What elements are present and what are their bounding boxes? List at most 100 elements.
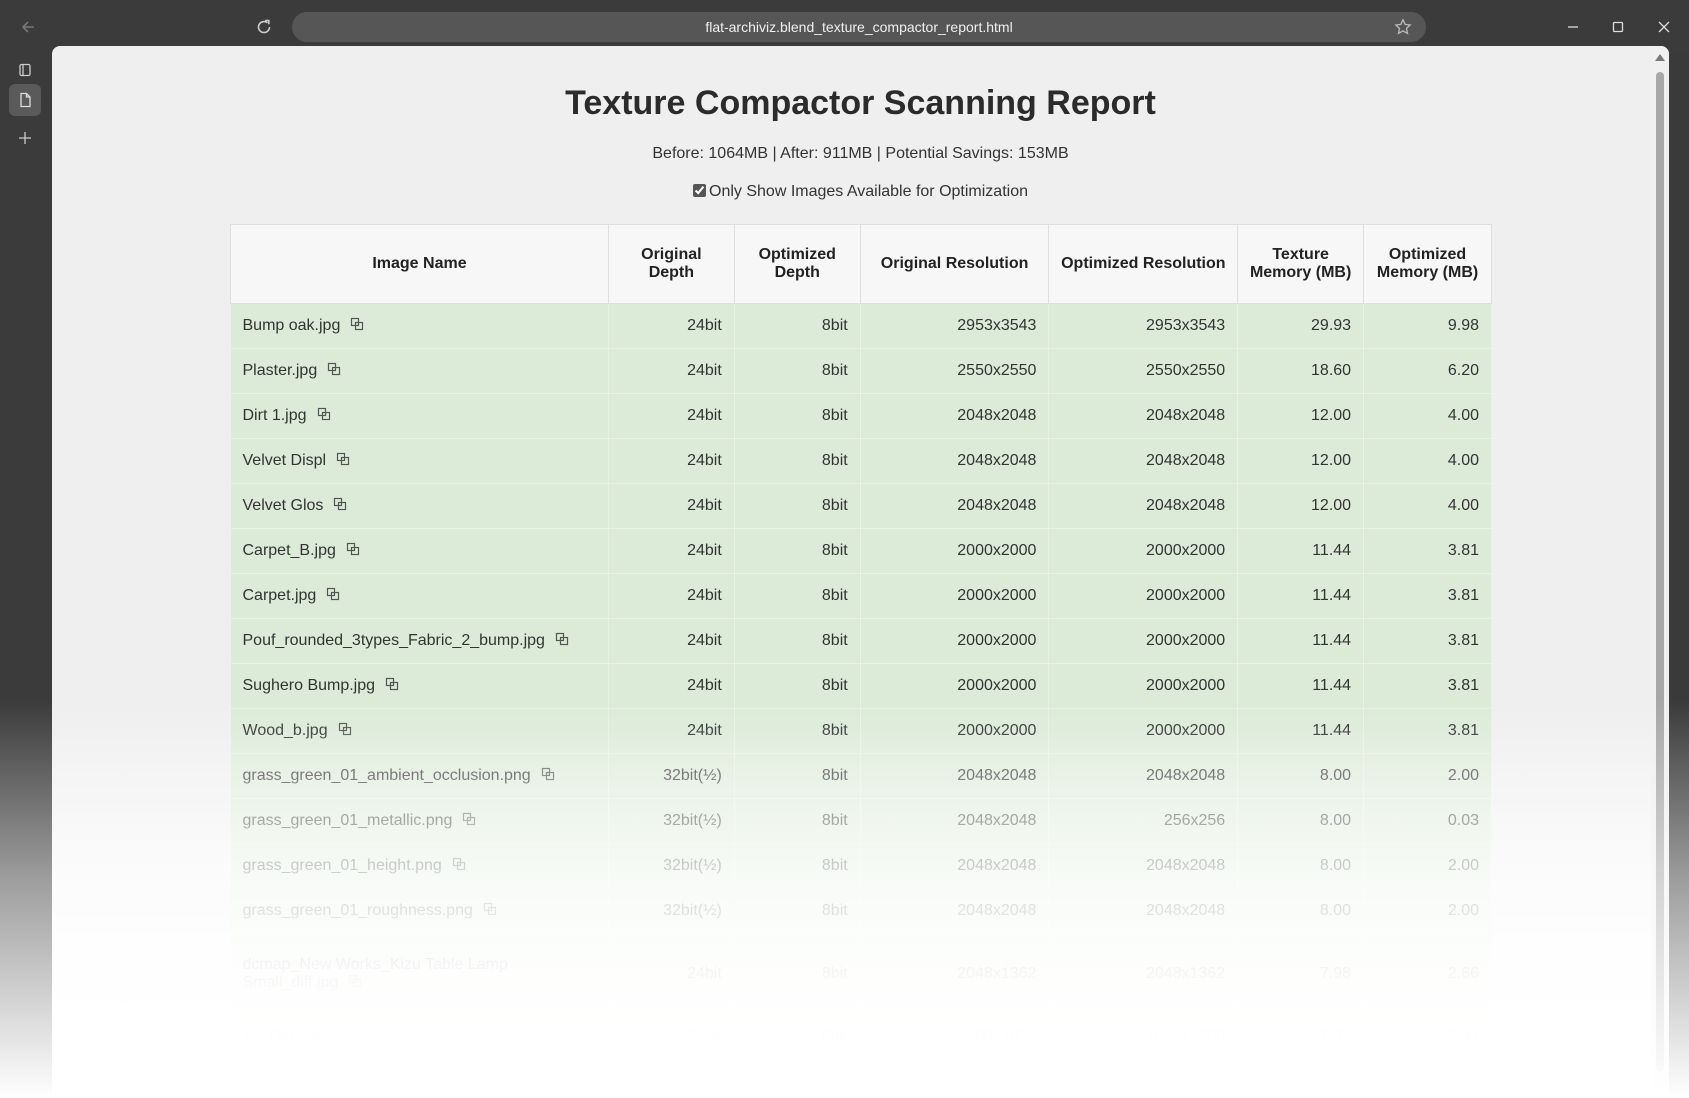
copy-icon[interactable] [333, 497, 347, 516]
optimized-depth-cell: 8bit [734, 438, 861, 484]
back-arrow-icon [21, 21, 34, 33]
texture-memory-cell: 12.00 [1237, 483, 1365, 529]
image-name-cell: Vol Dirt.jpg [230, 1014, 609, 1060]
table-row: Carpet_B.jpg 24bit 8bit 2000x2000 2000x2000 1… [230, 528, 1492, 574]
original-resolution-cell: 2048x2048 [860, 843, 1050, 889]
tabs-button[interactable] [9, 54, 41, 86]
scroll-up-arrow[interactable] [1655, 54, 1665, 61]
tabs-icon [19, 63, 31, 77]
copy-icon[interactable] [555, 632, 569, 651]
scrollbar-thumb[interactable] [1656, 72, 1664, 1072]
image-name: Sughero Bump.jpg [242, 676, 376, 694]
new-tab-button[interactable] [9, 122, 41, 154]
optimized-resolution-cell: 2000x2000 [1048, 708, 1239, 754]
optimized-memory-cell: 4.00 [1363, 483, 1492, 529]
table-row: Wood_b.jpg 24bit 8bit 2000x2000 2000x2000 11.… [230, 708, 1492, 754]
texture-memory-cell: 12.00 [1237, 438, 1365, 484]
optimized-memory-cell: 3.81 [1363, 663, 1492, 709]
optimization-filter-checkbox[interactable] [693, 184, 707, 197]
copy-icon[interactable] [350, 317, 364, 336]
summary-text: Before: 1064MB | After: 911MB | Potentia… [652, 145, 1069, 162]
original-depth-cell: 24bit [608, 618, 735, 664]
image-name-cell: Plaster.jpg [230, 348, 609, 394]
copy-icon[interactable] [326, 587, 340, 606]
image-name: Carpet_B.jpg [242, 541, 336, 559]
original-resolution-cell: 2048x1362 [860, 933, 1050, 1015]
image-name-cell: Sughero Bump.jpg [230, 663, 609, 709]
header-original-resolution[interactable]: Original Resolution [859, 224, 1050, 304]
scrollbar[interactable] [1651, 46, 1669, 1098]
optimized-memory-cell: 4.00 [1363, 393, 1492, 439]
bookmark-button[interactable] [1394, 18, 1412, 41]
optimized-memory-cell: 3.81 [1363, 708, 1492, 754]
original-depth-cell: 24bit [608, 708, 735, 754]
header-optimized-depth[interactable]: Optimized Depth [733, 224, 861, 304]
original-resolution-cell: 2000x2000 [860, 528, 1050, 574]
copy-icon[interactable] [348, 974, 362, 993]
original-resolution-cell: 2048x2048 [860, 393, 1050, 439]
table-row: dcmap_New Works_Kizu Table Lamp Small_di… [230, 933, 1492, 1015]
maximize-button[interactable] [1605, 14, 1631, 40]
reload-button[interactable] [250, 13, 278, 41]
optimized-resolution-cell: 2000x2000 [1048, 663, 1239, 709]
copy-icon[interactable] [541, 767, 555, 786]
header-image-name[interactable]: Image Name [230, 224, 609, 304]
back-button[interactable] [14, 13, 42, 41]
table-row: grass_green_01_height.png 32bit(½) 8bit 204… [230, 843, 1492, 889]
optimized-depth-cell: 8bit [734, 933, 861, 1015]
page-tab-button[interactable] [9, 84, 41, 116]
original-resolution-cell: 2000x2000 [860, 663, 1050, 709]
copy-icon[interactable] [483, 902, 497, 921]
optimized-memory-cell: 9.98 [1363, 303, 1492, 349]
optimized-depth-cell: 8bit [734, 798, 861, 844]
copy-icon[interactable] [327, 362, 341, 381]
copy-icon[interactable] [346, 542, 360, 561]
address-bar[interactable]: flat-archiviz.blend_texture_compactor_re… [292, 12, 1426, 42]
optimized-memory-cell: 6.20 [1363, 348, 1492, 394]
close-window-button[interactable] [1651, 14, 1677, 40]
texture-memory-cell: 12.00 [1237, 393, 1365, 439]
optimized-memory-cell: 4.00 [1363, 438, 1492, 484]
image-name: Vol Dirt.jpg [242, 1027, 320, 1045]
original-depth-cell: 24bit [608, 483, 735, 529]
image-name-cell: grass_green_01_height.png [230, 843, 609, 889]
original-resolution-cell: 2550x2550 [860, 348, 1050, 394]
header-original-depth[interactable]: Original Depth [607, 224, 735, 304]
star-icon [1394, 18, 1412, 35]
reload-icon [257, 19, 271, 34]
optimized-resolution-cell: 2048x1362 [1048, 933, 1239, 1015]
copy-icon[interactable] [338, 722, 352, 741]
copy-icon[interactable] [336, 452, 350, 471]
copy-icon[interactable] [317, 407, 331, 426]
copy-icon[interactable] [462, 812, 476, 831]
copy-icon[interactable] [330, 1028, 344, 1047]
texture-memory-cell: 7.32 [1237, 1014, 1365, 1060]
texture-memory-cell: 11.44 [1237, 618, 1365, 664]
original-depth-cell: 32bit(½) [608, 843, 735, 889]
original-depth-cell: 24bit [608, 303, 735, 349]
optimized-depth-cell: 8bit [734, 573, 861, 619]
original-resolution-cell: 2048x2048 [860, 798, 1050, 844]
image-name: Velvet Glos [242, 496, 324, 514]
original-depth-cell: 32bit(½) [608, 753, 735, 799]
close-icon [1658, 21, 1670, 33]
copy-icon[interactable] [452, 857, 466, 876]
texture-memory-cell: 11.44 [1237, 663, 1365, 709]
header-optimized-resolution[interactable]: Optimized Resolution [1048, 224, 1239, 304]
image-name: grass_green_01_ambient_occlusion.png [242, 766, 531, 784]
header-texture-memory[interactable]: Texture Memory (MB) [1237, 224, 1365, 304]
image-name: Wood_b.jpg [242, 721, 328, 739]
minimize-icon [1568, 26, 1578, 28]
texture-memory-cell: 11.44 [1237, 573, 1365, 619]
table-row: Pouf_rounded_3types_Fabric_2_bump.jpg 24b… [230, 618, 1492, 664]
minimize-button[interactable] [1560, 14, 1586, 40]
original-depth-cell: 32bit(½) [608, 798, 735, 844]
image-name-cell: Carpet_B.jpg [230, 528, 609, 574]
copy-icon[interactable] [385, 677, 399, 696]
texture-memory-cell: 8.00 [1237, 753, 1365, 799]
original-resolution-cell: 1800x1800 [860, 1014, 1050, 1060]
texture-memory-cell: 8.00 [1237, 798, 1365, 844]
image-name: grass_green_01_metallic.png [242, 811, 453, 829]
header-optimized-memory[interactable]: Optimized Memory (MB) [1363, 224, 1492, 304]
image-name: grass_green_01_height.png [242, 856, 442, 874]
